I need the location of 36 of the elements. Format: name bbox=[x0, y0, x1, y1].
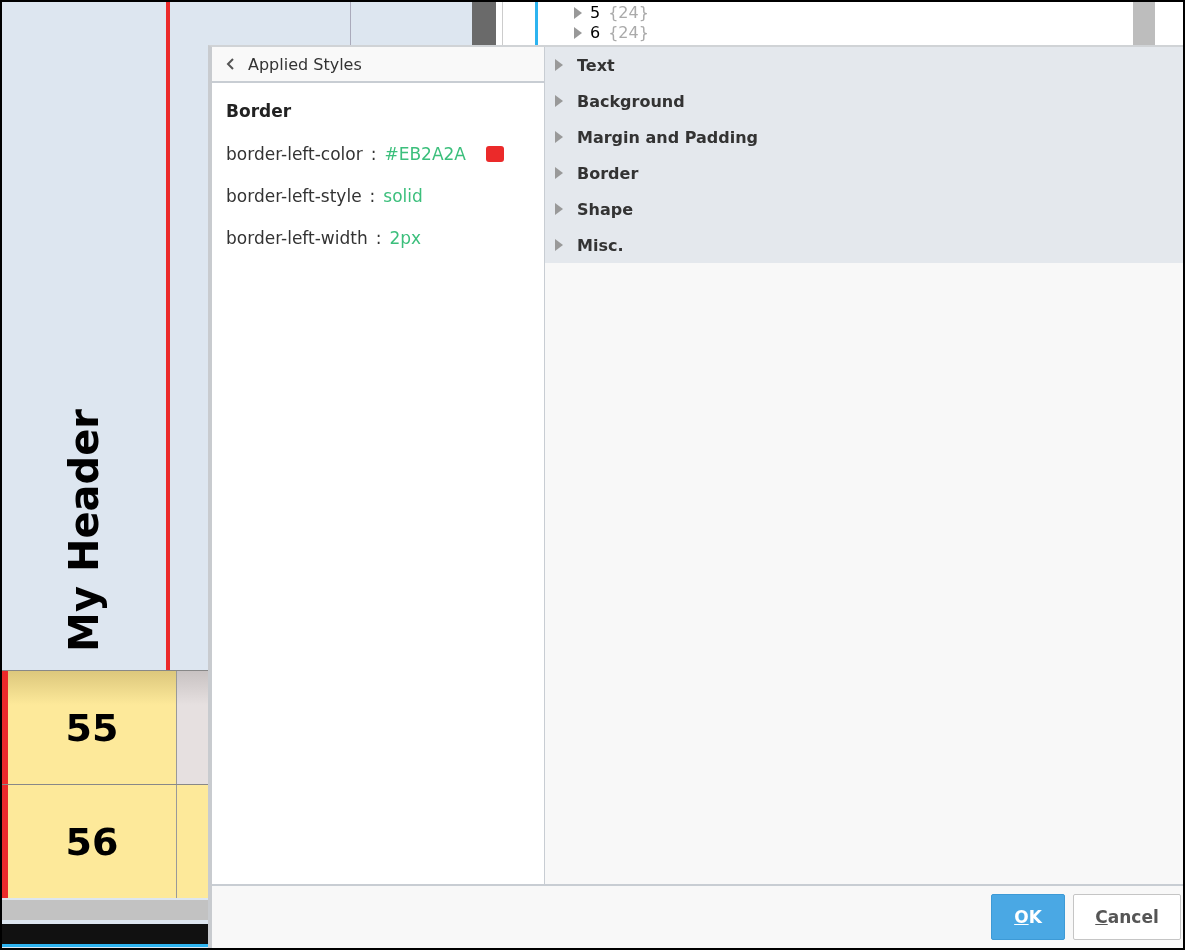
horizontal-scrollbar[interactable] bbox=[2, 900, 208, 920]
tree-detail: {24} bbox=[608, 3, 649, 22]
expand-icon bbox=[574, 6, 582, 19]
separator: : bbox=[369, 186, 376, 206]
separator: : bbox=[370, 144, 377, 164]
section-label: Misc. bbox=[577, 235, 624, 255]
header-text: My Header bbox=[61, 409, 107, 652]
expand-icon bbox=[555, 131, 563, 143]
property-name: border-left-width bbox=[226, 228, 368, 248]
section-label: Background bbox=[577, 91, 685, 111]
property-name: border-left-color bbox=[226, 144, 363, 164]
separator: : bbox=[375, 228, 382, 248]
property-value: solid bbox=[383, 186, 423, 206]
section-label: Margin and Padding bbox=[577, 127, 759, 147]
section-label: Border bbox=[577, 163, 639, 183]
section-label: Shape bbox=[577, 199, 633, 219]
back-button[interactable]: Applied Styles bbox=[212, 47, 544, 83]
expand-icon bbox=[555, 203, 563, 215]
group-title: Border bbox=[225, 100, 293, 123]
tree-item[interactable]: 6 bbox=[590, 23, 601, 42]
tree-detail: {24} bbox=[608, 23, 649, 42]
section-label: Text bbox=[577, 55, 615, 75]
expand-icon bbox=[555, 95, 563, 107]
property-name: border-left-style bbox=[226, 186, 362, 206]
table-cell: 55 bbox=[2, 671, 177, 784]
tree-item[interactable]: 5 bbox=[590, 3, 601, 22]
expand-icon bbox=[555, 59, 563, 71]
expand-icon bbox=[555, 239, 563, 251]
back-icon bbox=[226, 57, 236, 71]
expand-icon bbox=[555, 167, 563, 179]
expand-icon bbox=[574, 26, 582, 39]
scrollbar[interactable] bbox=[1133, 2, 1155, 45]
property-value: 2px bbox=[389, 228, 422, 248]
table-cell: 56 bbox=[2, 785, 177, 898]
property-value: #EB2A2A bbox=[384, 144, 466, 164]
cancel-button[interactable]: Cancel bbox=[1073, 894, 1181, 940]
